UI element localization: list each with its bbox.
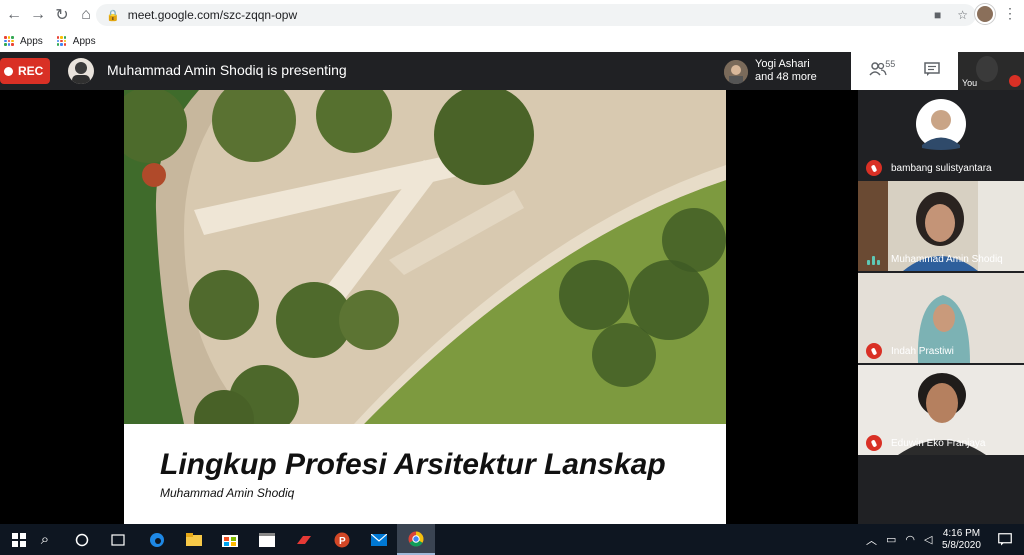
mic-off-icon [1009,75,1021,87]
eraser-app-icon[interactable] [285,524,323,555]
wifi-icon[interactable]: ◠ [905,533,915,546]
slide-subtitle: Muhammad Amin Shodiq [160,486,295,500]
mic-off-icon [866,343,882,359]
others-line2: and 48 more [755,71,817,83]
bookmark-apps[interactable]: Apps [4,36,43,47]
meet-top-bar: REC Muhammad Amin Shodiq is presenting Y… [0,52,1024,90]
slide-aerial-image [124,90,726,424]
participant-name: Eduwin Eko Franjaya [891,438,986,449]
participant-avatar [724,60,748,84]
meet-panel-buttons: 55 [851,52,958,90]
volume-icon[interactable]: ◁ [924,533,932,546]
chevron-up-icon[interactable]: ︿ [866,532,877,548]
presenting-status: Muhammad Amin Shodiq is presenting [107,62,347,78]
mic-off-icon [866,435,882,451]
others-line1: Yogi Ashari [755,58,810,70]
bookmark-label: Apps [20,35,43,47]
apps-grid-icon [4,36,14,46]
participant-name: Muhammad Amin Shodiq [891,254,1003,265]
lock-icon: 🔒 [106,9,120,22]
bookmarks-bar: Apps Apps [0,30,1024,52]
taskbar-clock[interactable]: 4:16 PM 5/8/2020 [942,528,981,552]
participant-tile[interactable]: Muhammad Amin Shodiq [858,181,1024,271]
profile-avatar[interactable] [975,4,995,24]
notifications-icon[interactable] [986,524,1024,555]
apps-grid-icon [56,36,67,46]
video-editor-icon[interactable] [248,524,286,555]
slide-title: Lingkup Profesi Arsitektur Lanskap [160,448,666,481]
clock-date: 5/8/2020 [942,540,981,551]
self-label: You [962,78,978,88]
bookmark-label: Apps [72,35,96,47]
people-button[interactable]: 55 [869,59,895,81]
self-tile[interactable]: You [958,52,1024,90]
camera-icon[interactable]: ■ [934,8,941,22]
presentation-slide: Lingkup Profesi Arsitektur Lanskap Muham… [124,90,726,524]
svg-text:P: P [339,536,346,547]
presentation-stage: Lingkup Profesi Arsitektur Lanskap Muham… [0,90,858,524]
cortana-icon[interactable] [63,524,101,555]
self-video [976,56,998,82]
browser-menu-icon[interactable]: ⋮ [1003,5,1017,22]
rec-label: REC [18,64,44,78]
address-bar[interactable]: 🔒 meet.google.com/szc-zqqn-opw ■ ☆ [96,4,976,26]
participant-tile[interactable]: bambang sulistyantara [858,90,1024,180]
star-icon[interactable]: ☆ [957,8,968,22]
browser-chrome: ← → ↻ ⌂ 🔒 meet.google.com/szc-zqqn-opw ■… [0,0,1024,52]
home-icon[interactable]: ⌂ [74,3,98,27]
participants-sidebar: bambang sulistyantara Muhammad Amin Shod… [858,90,1024,524]
reload-icon[interactable]: ↻ [50,3,74,27]
back-arrow-icon[interactable]: ← [2,3,26,27]
search-icon[interactable]: ⌕ [26,524,64,555]
bookmark-apps[interactable]: Apps [56,35,96,47]
others-summary: Yogi Ashari and 48 more [755,58,817,84]
participant-count: 55 [885,58,896,69]
chat-button[interactable] [924,61,940,81]
chat-icon [924,61,940,76]
recording-badge: REC [0,58,50,84]
participant-name: bambang sulistyantara [891,163,992,174]
person-icon [724,60,748,84]
store-icon[interactable] [211,524,249,555]
person-icon [72,62,90,84]
landscape-illustration [124,90,726,424]
participant-tile[interactable]: Indah Prastiwi [858,273,1024,363]
file-explorer-icon[interactable] [175,524,213,555]
participant-name: Indah Prastiwi [891,346,954,357]
mail-icon[interactable] [360,524,398,555]
clock-time: 4:16 PM [942,528,981,539]
task-view-icon[interactable] [99,524,137,555]
speaking-indicator-icon [867,256,880,265]
other-participants[interactable]: Yogi Ashari and 48 more [724,58,844,86]
record-dot-icon [4,66,13,76]
chrome-icon[interactable] [397,524,435,555]
windows-taskbar: ⌕ P ︿ ▭ ◠ ◁ 4:16 PM 5/8/2020 [0,524,1024,555]
mic-off-icon [866,160,882,176]
forward-arrow-icon[interactable]: → [26,3,50,27]
participant-tile[interactable]: Eduwin Eko Franjaya [858,365,1024,455]
powerpoint-icon[interactable]: P [323,524,361,555]
battery-icon[interactable]: ▭ [886,533,896,546]
url-text: meet.google.com/szc-zqqn-opw [127,8,298,22]
system-tray: ︿ ▭ ◠ ◁ [866,524,942,555]
presenter-avatar [68,58,94,84]
edge-icon[interactable] [138,524,176,555]
